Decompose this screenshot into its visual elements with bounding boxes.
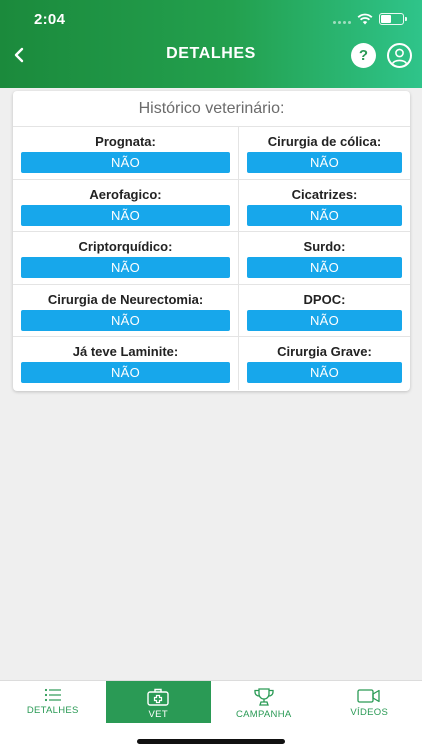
field-value: NÃO xyxy=(247,362,402,384)
field-value: NÃO xyxy=(21,362,230,384)
help-button[interactable]: ? xyxy=(351,43,376,68)
field-value: NÃO xyxy=(21,204,230,226)
status-bar: 2:04 xyxy=(0,0,422,40)
field-label: Prognata: xyxy=(95,134,156,149)
field-dpoc: DPOC: NÃO xyxy=(239,285,410,338)
tab-detalhes[interactable]: DETALHES xyxy=(0,681,106,723)
field-label: Cirurgia de Neurectomia: xyxy=(47,291,204,307)
video-camera-icon xyxy=(357,689,380,703)
signal-icon xyxy=(333,14,351,24)
field-label: Aerofagico: xyxy=(89,186,162,202)
field-value: NÃO xyxy=(247,309,402,331)
field-value: NÃO xyxy=(21,152,230,173)
field-value: NÃO xyxy=(247,152,402,173)
field-value: NÃO xyxy=(247,257,402,279)
field-value: NÃO xyxy=(21,309,230,331)
tab-label: CAMPANHA xyxy=(235,709,292,720)
field-cicatrizes: Cicatrizes: NÃO xyxy=(239,180,410,233)
field-laminite: Já teve Laminite: NÃO xyxy=(13,337,239,390)
profile-button[interactable] xyxy=(387,43,412,68)
field-criptorquidico: Criptorquídico: NÃO xyxy=(13,232,239,285)
field-prognata: Prognata: NÃO xyxy=(13,127,239,180)
tab-label: VET xyxy=(148,709,168,720)
field-label: Criptorquídico: xyxy=(78,239,173,255)
list-icon xyxy=(44,688,61,702)
field-cirurgia-neurectomia: Cirurgia de Neurectomia: NÃO xyxy=(13,284,239,338)
field-label: DPOC: xyxy=(303,291,346,307)
wifi-icon xyxy=(357,13,373,25)
user-icon xyxy=(391,48,408,65)
status-time: 2:04 xyxy=(34,11,66,28)
tab-label: DETALHES xyxy=(26,705,79,716)
field-surdo: Surdo: NÃO xyxy=(239,232,410,285)
field-label: Já teve Laminite: xyxy=(72,344,179,360)
vet-history-grid: Prognata: NÃO Cirurgia de cólica: NÃO Ae… xyxy=(13,127,410,390)
tab-campanha[interactable]: CAMPANHA xyxy=(211,681,317,723)
tab-videos[interactable]: VÍDEOS xyxy=(317,681,422,723)
field-cirurgia-grave: Cirurgia Grave: NÃO xyxy=(239,337,410,390)
field-aerofagico: Aerofagico: NÃO xyxy=(13,179,239,233)
status-icons xyxy=(333,13,407,25)
medical-kit-icon xyxy=(147,688,169,706)
tab-label: VÍDEOS xyxy=(350,707,389,718)
field-label: Surdo: xyxy=(303,239,346,255)
field-label: Cirurgia Grave: xyxy=(277,344,372,360)
vet-history-card: Histórico veterinário: Prognata: NÃO Cir… xyxy=(13,91,410,391)
app-header: 2:04 DETALHES ? xyxy=(0,0,422,88)
field-label: Cirurgia de cólica: xyxy=(267,134,382,149)
field-label: Cicatrizes: xyxy=(291,186,358,202)
home-indicator xyxy=(137,739,285,744)
trophy-icon xyxy=(254,688,274,706)
battery-icon xyxy=(379,13,407,25)
card-title: Histórico veterinário: xyxy=(13,91,410,127)
field-cirurgia-colica: Cirurgia de cólica: NÃO xyxy=(239,127,410,180)
tab-vet[interactable]: VET xyxy=(105,681,211,723)
field-value: NÃO xyxy=(21,257,230,279)
field-value: NÃO xyxy=(247,204,402,226)
